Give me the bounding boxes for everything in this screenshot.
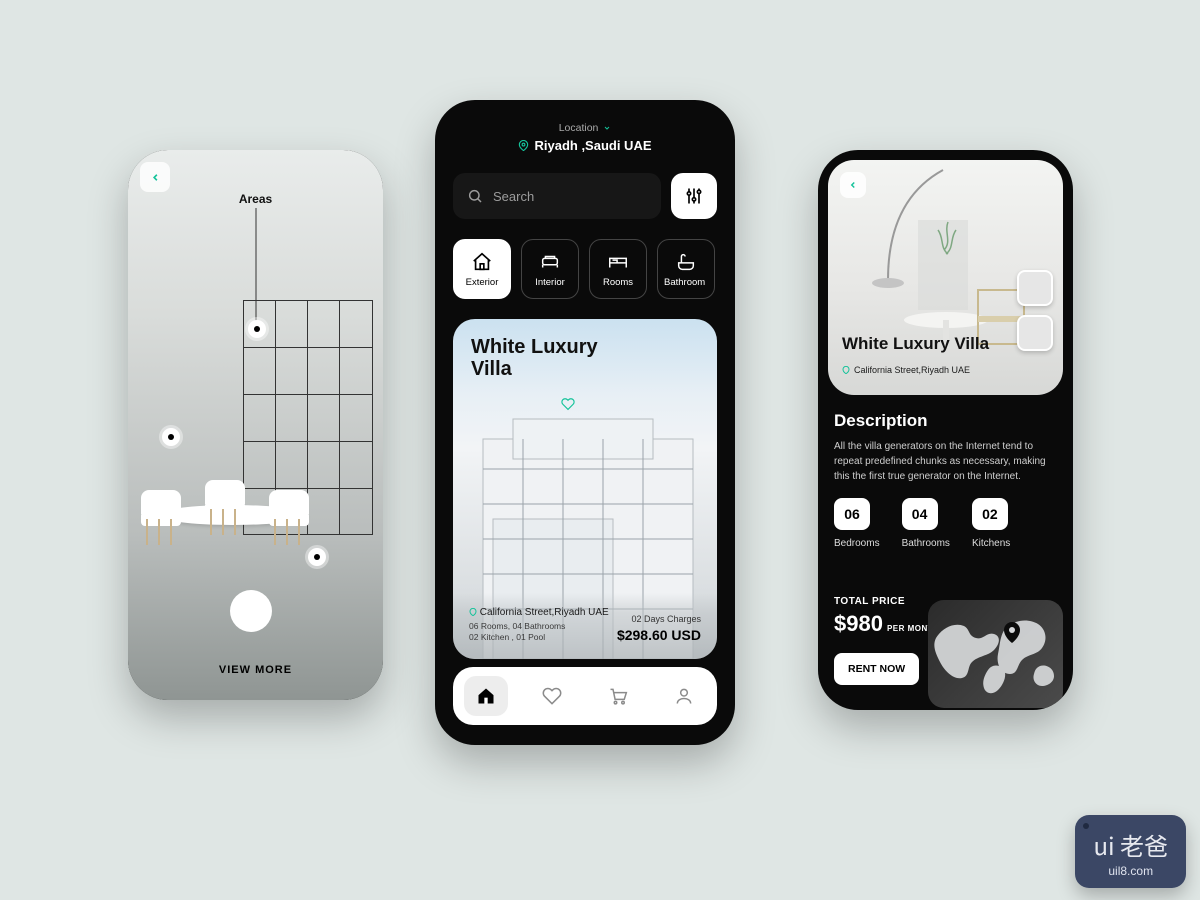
detail-screen: White Luxury Villa California Street,Riy… [818,150,1073,710]
location-value[interactable]: Riyadh ,Saudi UAE [453,138,717,153]
hotspot[interactable] [162,428,180,446]
charges-label: 02 Days Charges [617,614,701,624]
pin-icon [469,608,477,616]
hotspot[interactable] [308,548,326,566]
lamp-wire [255,208,256,323]
world-map-icon [928,600,1063,708]
pin-icon [842,366,850,374]
filter-button[interactable] [671,173,717,219]
card-price: $298.60 USD [617,627,701,643]
counts-row: 06Bedrooms 04Bathrooms 02Kitchens [818,484,1073,549]
nav-home[interactable] [464,676,508,716]
bath-icon [675,251,697,273]
home-icon [476,686,496,706]
heart-icon[interactable] [561,397,575,411]
card-address: California Street,Riyadh UAE [469,607,609,618]
watermark: ui 老爸 uil8.com [1075,815,1186,888]
search-placeholder: Search [493,189,534,204]
areas-screen: Areas VIEW MORE [128,150,383,700]
chevron-left-icon [150,172,161,183]
count-kitchens: 02Kitchens [972,498,1010,549]
gallery-thumb[interactable] [1017,315,1053,351]
home-screen: Location Riyadh ,Saudi UAE Search Exteri… [435,100,735,745]
card-meta: 06 Rooms, 04 Bathrooms 02 Kitchen , 01 P… [469,621,609,643]
tab-interior[interactable]: Interior [521,239,579,299]
card-title: White Luxury Villa [471,337,601,380]
hotspot[interactable] [248,320,266,338]
chair [200,480,250,535]
chevron-left-icon [848,180,858,190]
tab-bathroom[interactable]: Bathroom [657,239,715,299]
detail-address: California Street,Riyadh UAE [842,365,970,375]
tab-rooms[interactable]: Rooms [589,239,647,299]
bed-icon [607,251,629,273]
map-thumbnail[interactable] [928,600,1063,708]
rent-button[interactable]: RENT NOW [834,653,919,685]
pin-icon [518,140,529,151]
location-label: Location [453,122,717,134]
bottom-nav [453,667,717,725]
category-tabs: Exterior Interior Rooms Bathroom [435,231,735,307]
tab-exterior[interactable]: Exterior [453,239,511,299]
hotspot-active[interactable] [230,590,272,632]
search-input[interactable]: Search [453,173,661,219]
detail-title: White Luxury Villa [842,335,989,353]
chair [136,490,186,545]
nav-favorites[interactable] [530,676,574,716]
hero-photo: White Luxury Villa California Street,Riy… [828,160,1063,395]
description-heading: Description [834,411,1057,431]
chair [264,490,314,545]
property-card[interactable]: White Luxury Villa California Street,Riy… [453,319,717,659]
heart-icon [542,686,562,706]
areas-heading: Areas [239,192,272,206]
house-icon [471,251,493,273]
description-text: All the villa generators on the Internet… [834,439,1057,484]
nav-profile[interactable] [662,676,706,716]
sliders-icon [684,186,704,206]
sofa-icon [539,251,561,273]
gallery-thumb[interactable] [1017,270,1053,306]
back-button[interactable] [840,172,866,198]
search-icon [467,188,483,204]
nav-cart[interactable] [596,676,640,716]
count-bathrooms: 04Bathrooms [902,498,950,549]
back-button[interactable] [140,162,170,192]
view-more-button[interactable]: VIEW MORE [219,664,292,676]
count-bedrooms: 06Bedrooms [834,498,880,549]
user-icon [674,686,694,706]
cart-icon [608,686,628,706]
chevron-down-icon [603,124,611,132]
